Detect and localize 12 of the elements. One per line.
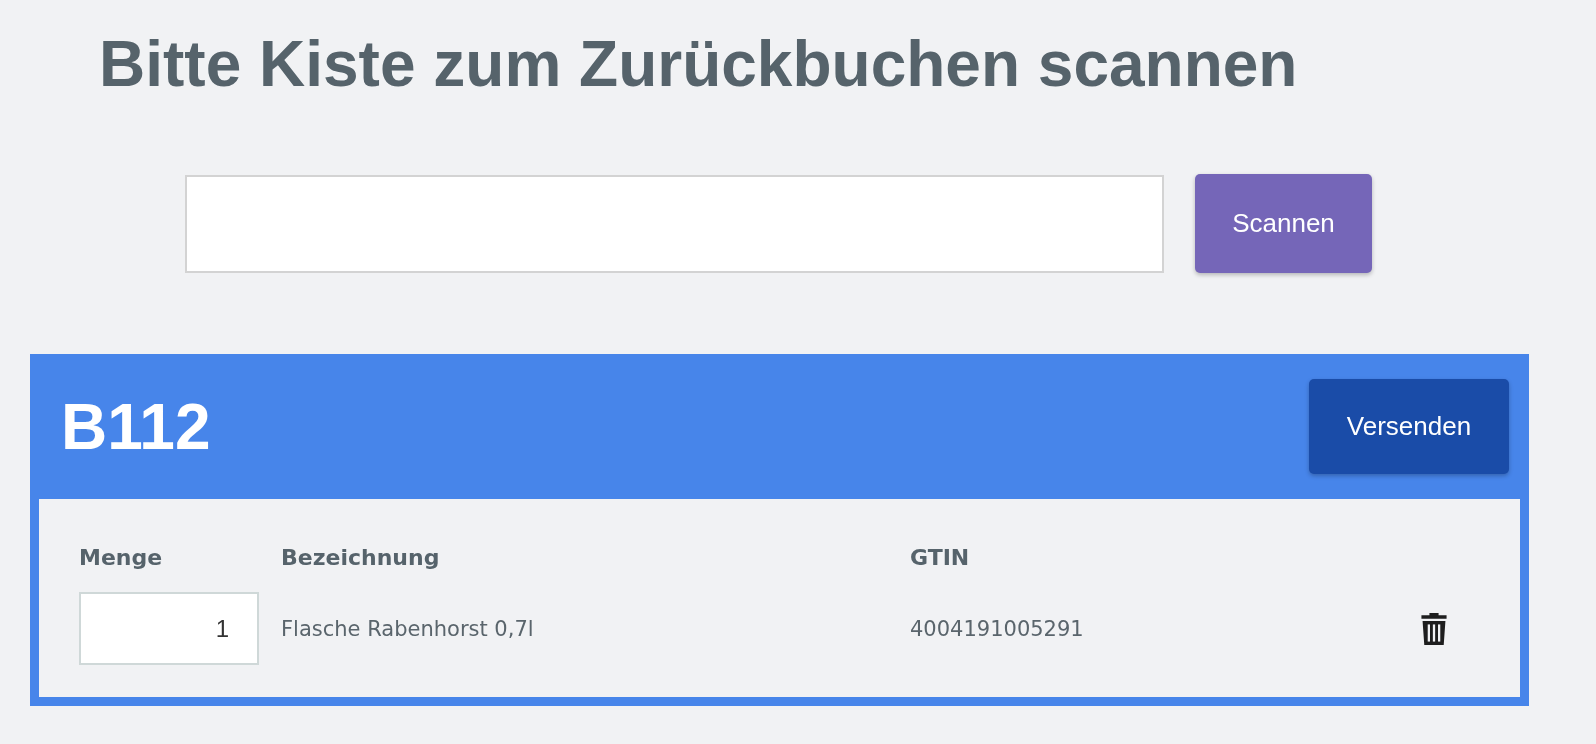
quantity-field[interactable]: 1	[79, 592, 259, 665]
column-header: Menge	[79, 545, 164, 570]
trash-icon[interactable]	[1420, 612, 1448, 645]
table-cell-text: Flasche Rabenhorst 0,7l	[281, 616, 535, 641]
column-header: Bezeichnung	[281, 545, 441, 570]
page-title: Bitte Kiste zum Zurückbuchen scannen	[99, 27, 1299, 102]
table-cell-text: 4004191005291	[910, 616, 1085, 641]
scan-button[interactable]: Scannen	[1195, 174, 1372, 273]
box-name: B112	[61, 389, 211, 464]
column-header: GTIN	[910, 545, 971, 570]
send-button[interactable]: Versenden	[1309, 379, 1509, 474]
scan-field[interactable]	[185, 174, 1164, 273]
